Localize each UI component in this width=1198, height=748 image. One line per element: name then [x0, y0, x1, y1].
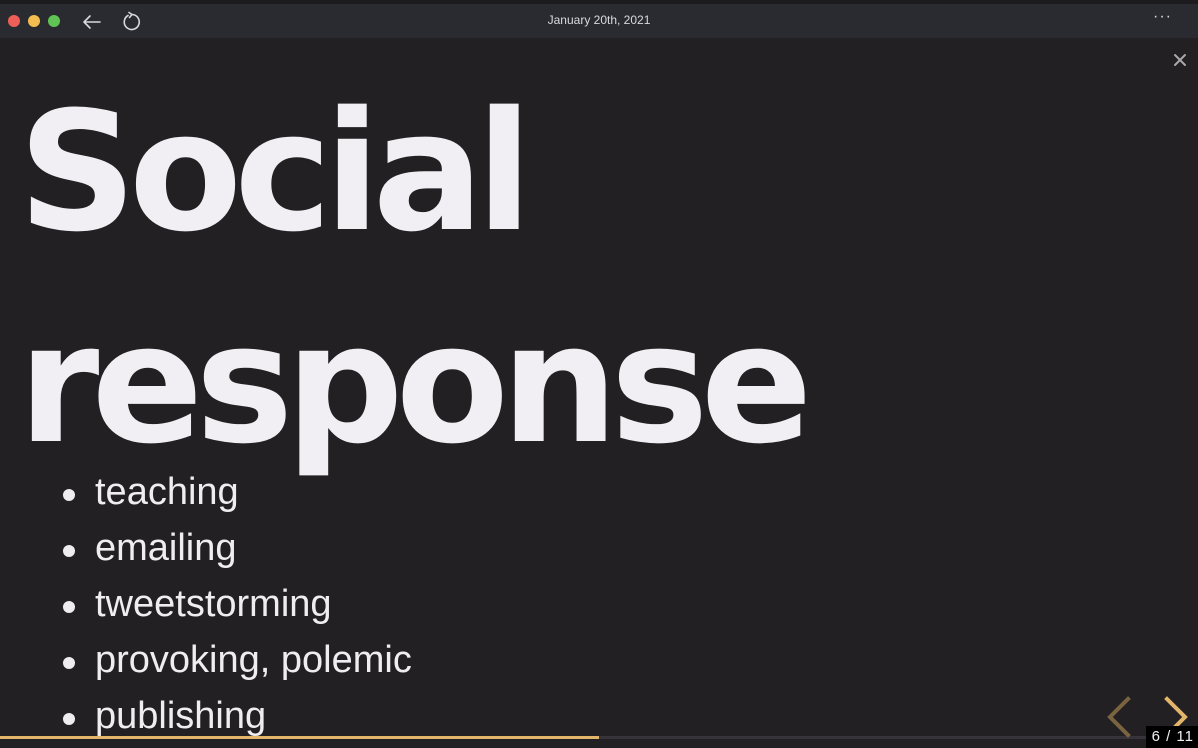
counter-separator: /	[1166, 728, 1172, 745]
total-slides-number: 11	[1176, 728, 1194, 745]
slide-heading-line-1: Social	[18, 76, 532, 268]
current-slide-number: 6	[1151, 728, 1161, 745]
slide: Social response teaching emailing tweets…	[0, 38, 1198, 748]
chevron-left-icon	[1107, 696, 1131, 738]
progress-fill	[0, 736, 599, 739]
close-presentation-button[interactable]	[1172, 52, 1188, 68]
bullet-list: teaching emailing tweetstorming provokin…	[58, 464, 412, 744]
previous-slide-button[interactable]	[1102, 694, 1136, 740]
bullet-item: teaching	[58, 464, 412, 520]
title-bar: January 20th, 2021 ···	[0, 0, 1198, 38]
slide-counter: 6 / 11	[1145, 726, 1198, 748]
slide-heading-line-2: response	[18, 288, 813, 480]
close-icon	[1174, 54, 1186, 66]
window-title: January 20th, 2021	[547, 13, 651, 27]
more-options-button[interactable]: ···	[1153, 8, 1172, 26]
bullet-item: emailing	[58, 520, 412, 576]
bullet-item: tweetstorming	[58, 576, 412, 632]
bullet-item: provoking, polemic	[58, 632, 412, 688]
slide-heading: Social response	[18, 66, 813, 490]
progress-bar	[0, 736, 1198, 739]
